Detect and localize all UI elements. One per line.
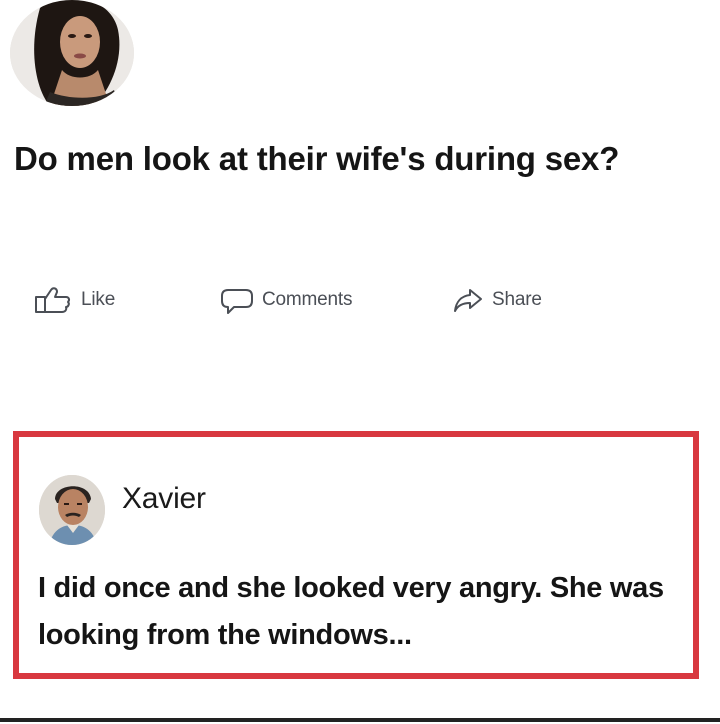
commenter-name[interactable]: Xavier [122, 482, 206, 516]
commenter-avatar[interactable] [39, 475, 105, 545]
share-label: Share [492, 289, 542, 310]
post-author-avatar[interactable] [10, 0, 134, 106]
thumbs-up-icon [33, 285, 73, 315]
share-arrow-icon [452, 285, 484, 315]
like-button[interactable]: Like [33, 276, 115, 324]
like-label: Like [81, 289, 116, 310]
post-text: Do men look at their wife's during sex? [14, 140, 620, 177]
comments-label: Comments [262, 289, 353, 310]
bottom-divider [0, 718, 720, 722]
comments-button[interactable]: Comments [220, 276, 352, 324]
speech-bubble-icon [220, 285, 254, 315]
highlighted-comment: Xavier I did once and she looked very an… [13, 431, 699, 679]
share-button[interactable]: Share [452, 276, 542, 324]
comment-text: I did once and she looked very angry. Sh… [38, 572, 664, 651]
post-action-bar: Like Comments Share [0, 276, 720, 324]
